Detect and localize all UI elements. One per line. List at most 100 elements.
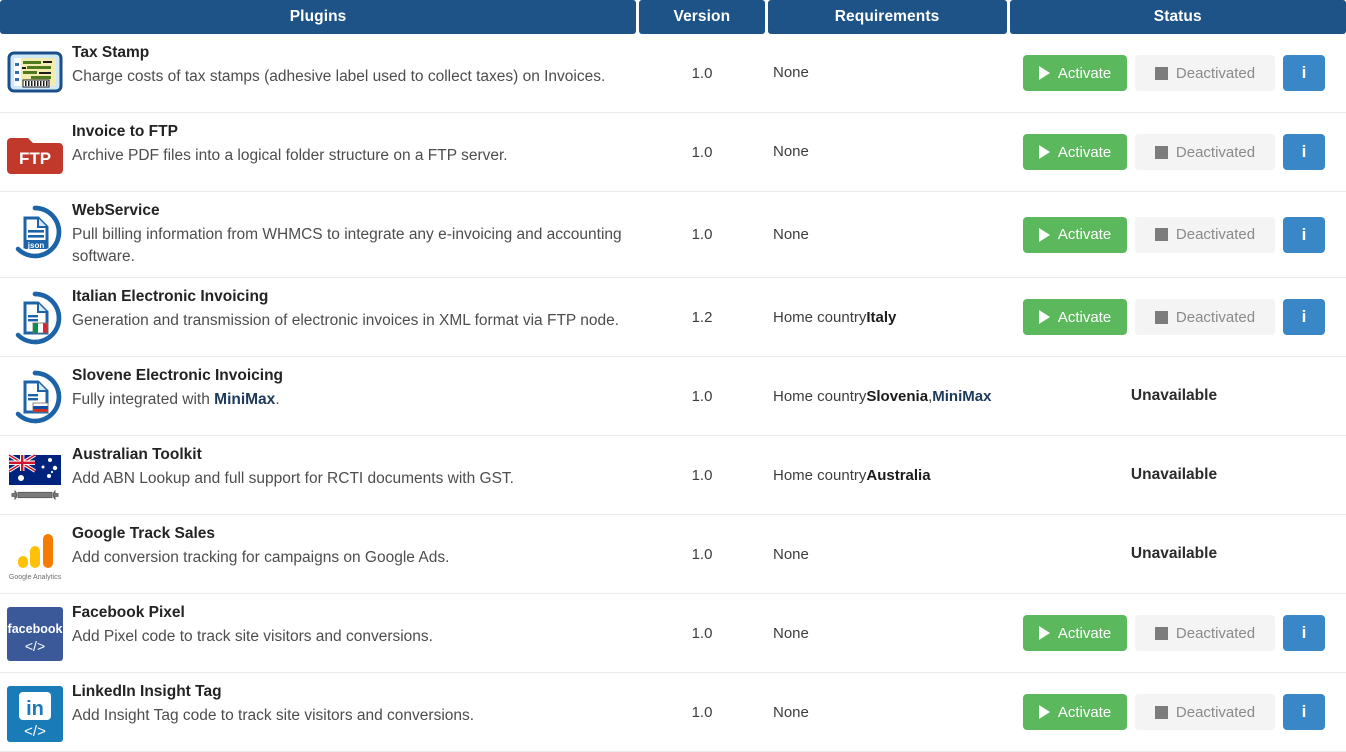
version-cell: 1.0 (691, 624, 713, 642)
plugin-description: Pull billing information from WHMCS to i… (72, 225, 622, 265)
activate-button[interactable]: Activate (1023, 55, 1127, 91)
plugin-description: Charge costs of tax stamps (adhesive lab… (72, 67, 606, 85)
status-unavailable-label: Unavailable (1130, 545, 1218, 563)
version-cell: 1.0 (691, 226, 713, 244)
deactivated-button[interactable]: Deactivated (1135, 216, 1275, 253)
deactivated-button[interactable]: Deactivated (1135, 694, 1275, 731)
deactivated-button[interactable]: Deactivated (1135, 55, 1275, 91)
activate-button-label: Activate (1057, 703, 1112, 721)
info-button[interactable]: i (1283, 55, 1325, 91)
plugin-title: Tax Stamp (72, 44, 150, 61)
status-cell: Activate Deactivated i (1005, 594, 1343, 672)
google-analytics-icon: Google Analytics (5, 526, 65, 584)
status-cell: Activate Deactivated i (1005, 192, 1343, 277)
stop-square-icon (1154, 145, 1168, 159)
play-icon (1038, 705, 1050, 720)
table-row: Google Analytics Google Track Sales Add c… (0, 515, 1346, 595)
table-header: Plugins Version Requirements Status (0, 0, 1346, 34)
facebook-pixel-icon: facebook </> (5, 605, 65, 663)
info-icon: i (1301, 702, 1307, 722)
plugin-text: LinkedIn Insight Tag Add Insight Tag code… (68, 682, 474, 727)
activate-button[interactable]: Activate (1023, 615, 1127, 652)
status-cell: Activate Deactivated i (1005, 113, 1343, 191)
info-button[interactable]: i (1283, 299, 1325, 336)
info-icon: i (1301, 142, 1307, 161)
table-row: Italian Electronic Invoicing Generation a… (0, 278, 1346, 358)
status-buttons: Activate Deactivated i (1023, 299, 1325, 336)
version-cell: 1.0 (691, 387, 713, 405)
plugin-title: Google Track Sales (72, 525, 216, 543)
activate-button[interactable]: Activate (1023, 299, 1127, 336)
deactivated-button-label: Deactivated (1175, 703, 1256, 721)
status-cell: Unavailable (1005, 357, 1343, 435)
info-icon: i (1301, 224, 1307, 244)
column-header-requirements: Requirements (767, 0, 1007, 34)
plugin-title: Slovene Electronic Invoicing (72, 367, 284, 385)
table-row: Tax Stamp Charge costs of tax stamps (adh… (0, 34, 1346, 113)
activate-button[interactable]: Activate (1023, 134, 1127, 170)
requirements-cell: None (773, 703, 809, 721)
info-button[interactable]: i (1283, 216, 1325, 253)
table-row: FTP Invoice to FTP Archive PDF files into… (0, 113, 1346, 192)
info-icon: i (1301, 623, 1307, 643)
status-buttons: Activate Deactivated i (1023, 216, 1325, 253)
svg-text:json: json (27, 241, 45, 250)
linkedin-insight-icon: in </> (5, 684, 65, 743)
stop-square-icon (1154, 310, 1168, 324)
version-cell: 1.0 (691, 466, 713, 484)
svg-text:FTP: FTP (19, 149, 51, 168)
stop-square-icon (1154, 228, 1168, 242)
plugin-text: Australian Toolkit Add ABN Lookup and ful… (68, 445, 514, 490)
deactivated-button-label: Deactivated (1175, 143, 1256, 161)
version-cell: 1.0 (691, 143, 713, 161)
plugin-title: Invoice to FTP (72, 123, 178, 140)
plugin-text: Invoice to FTP Archive PDF files into a l… (68, 122, 508, 167)
version-cell: 1.2 (691, 308, 713, 326)
status-cell: Activate Deactivated i (1005, 673, 1343, 751)
column-header-status: Status (1009, 0, 1346, 34)
plugin-cell: Australian Toolkit Add ABN Lookup and ful… (0, 436, 639, 514)
table-row: in </> LinkedIn Insight Tag Add Insight T… (0, 673, 1346, 752)
plugin-title: Facebook Pixel (72, 604, 185, 622)
status-buttons: Activate Deactivated i (1023, 694, 1325, 731)
ftp-folder-icon: FTP (5, 124, 65, 182)
play-icon (1038, 310, 1050, 325)
info-button[interactable]: i (1283, 694, 1325, 731)
plugin-description: Generation and transmission of electroni… (72, 311, 620, 329)
info-button[interactable]: i (1283, 134, 1325, 170)
plugin-cell: FTP Invoice to FTP Archive PDF files into… (0, 113, 639, 191)
activate-button[interactable]: Activate (1023, 216, 1127, 253)
deactivated-button[interactable]: Deactivated (1135, 615, 1275, 652)
version-cell: 1.0 (691, 703, 713, 721)
deactivated-button[interactable]: Deactivated (1135, 134, 1275, 170)
plugin-cell: Italian Electronic Invoicing Generation a… (0, 278, 639, 356)
status-unavailable-label: Unavailable (1130, 387, 1218, 405)
plugin-text: Facebook Pixel Add Pixel code to track si… (68, 603, 433, 648)
version-cell: 1.0 (691, 545, 713, 563)
requirements-cell: None (773, 545, 809, 563)
requirements-cell: Home country Australia (773, 466, 931, 484)
activate-button[interactable]: Activate (1023, 694, 1127, 731)
plugin-icon-wrap (2, 366, 68, 426)
plugin-description: Add Insight Tag code to track site visit… (72, 706, 475, 724)
plugin-icon-wrap (2, 43, 68, 103)
activate-button-label: Activate (1057, 143, 1112, 161)
play-icon (1038, 626, 1050, 641)
deactivated-button[interactable]: Deactivated (1135, 299, 1275, 336)
requirements-cell: None (773, 624, 809, 642)
requirements-cell: None (773, 143, 809, 161)
plugin-title: Australian Toolkit (72, 446, 202, 464)
info-button[interactable]: i (1283, 615, 1325, 652)
plugin-text: Google Track Sales Add conversion trackin… (68, 524, 449, 569)
play-icon (1038, 145, 1050, 159)
plugin-icon-wrap (2, 287, 68, 347)
play-icon (1038, 66, 1050, 80)
tax-stamp-icon (5, 45, 65, 103)
plugin-cell: Slovene Electronic Invoicing Fully integr… (0, 357, 639, 435)
svg-text:</>: </> (25, 638, 45, 654)
deactivated-button-label: Deactivated (1175, 308, 1256, 326)
status-unavailable-label: Unavailable (1130, 466, 1218, 484)
plugin-title: LinkedIn Insight Tag (72, 683, 222, 701)
activate-button-label: Activate (1057, 308, 1112, 326)
status-buttons: Activate Deactivated i (1023, 615, 1325, 652)
